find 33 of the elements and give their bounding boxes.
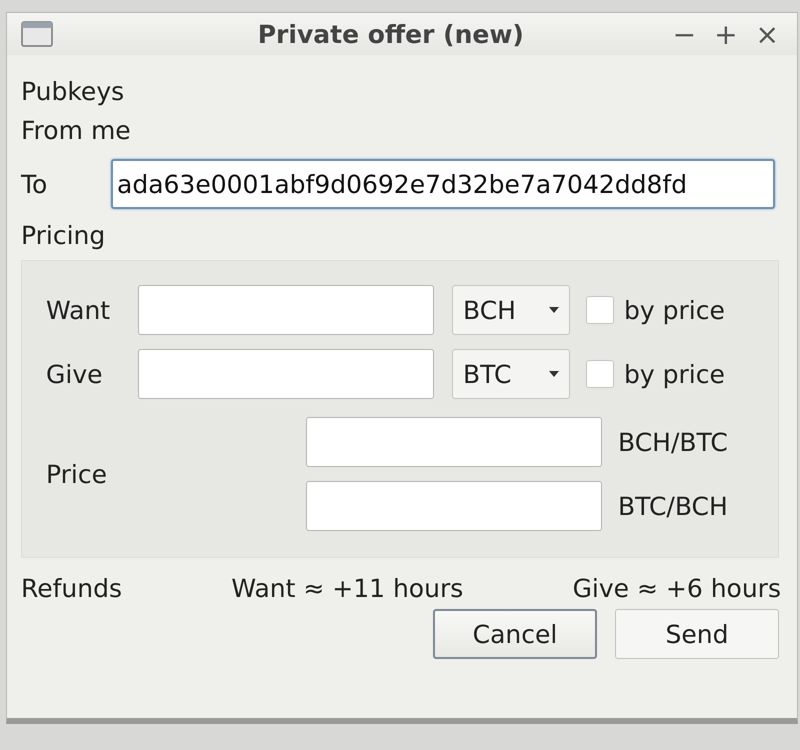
caret-icon bbox=[549, 371, 559, 377]
input-field[interactable] bbox=[138, 285, 434, 335]
checkbox-label: by price bbox=[624, 360, 725, 388]
field-label: Price bbox=[46, 460, 108, 488]
refund-time: Want ≈ +11 hours bbox=[231, 574, 464, 603]
field-label: Want bbox=[46, 296, 112, 324]
caret-icon bbox=[549, 307, 559, 313]
field-label: From bbox=[21, 116, 83, 145]
field-label: Give bbox=[46, 360, 104, 388]
input-field[interactable]: ada63e0001abf9d0692e7d32be7a7042dd8fd bbox=[111, 159, 775, 209]
close-button[interactable]: × bbox=[752, 18, 783, 50]
window-title: Private offer (new) bbox=[256, 20, 525, 48]
currency-dropdown[interactable]: BCH bbox=[452, 285, 570, 335]
unit-label: BCH/BTC bbox=[618, 428, 728, 456]
dialog-button[interactable]: Cancel bbox=[433, 609, 597, 659]
field-label: To bbox=[21, 170, 48, 198]
currency-dropdown[interactable]: BTC bbox=[452, 349, 570, 399]
window-icon bbox=[21, 21, 53, 47]
input-field[interactable] bbox=[138, 349, 434, 399]
maximize-button[interactable]: + bbox=[710, 18, 742, 50]
checkbox[interactable] bbox=[586, 296, 614, 324]
section-heading: Pubkeys bbox=[21, 77, 126, 106]
input-field[interactable] bbox=[306, 417, 602, 467]
dialog-button[interactable]: Send bbox=[615, 609, 779, 659]
section-heading: Pricing bbox=[21, 221, 106, 250]
unit-label: BTC/BCH bbox=[618, 492, 728, 520]
refunds-label: Refunds bbox=[21, 574, 122, 603]
refund-time: Give ≈ +6 hours bbox=[572, 574, 781, 603]
field-value: me bbox=[90, 116, 131, 145]
minimize-button[interactable]: − bbox=[668, 18, 700, 50]
checkbox[interactable] bbox=[586, 360, 614, 388]
checkbox-label: by price bbox=[624, 296, 725, 324]
input-field[interactable] bbox=[306, 481, 602, 531]
